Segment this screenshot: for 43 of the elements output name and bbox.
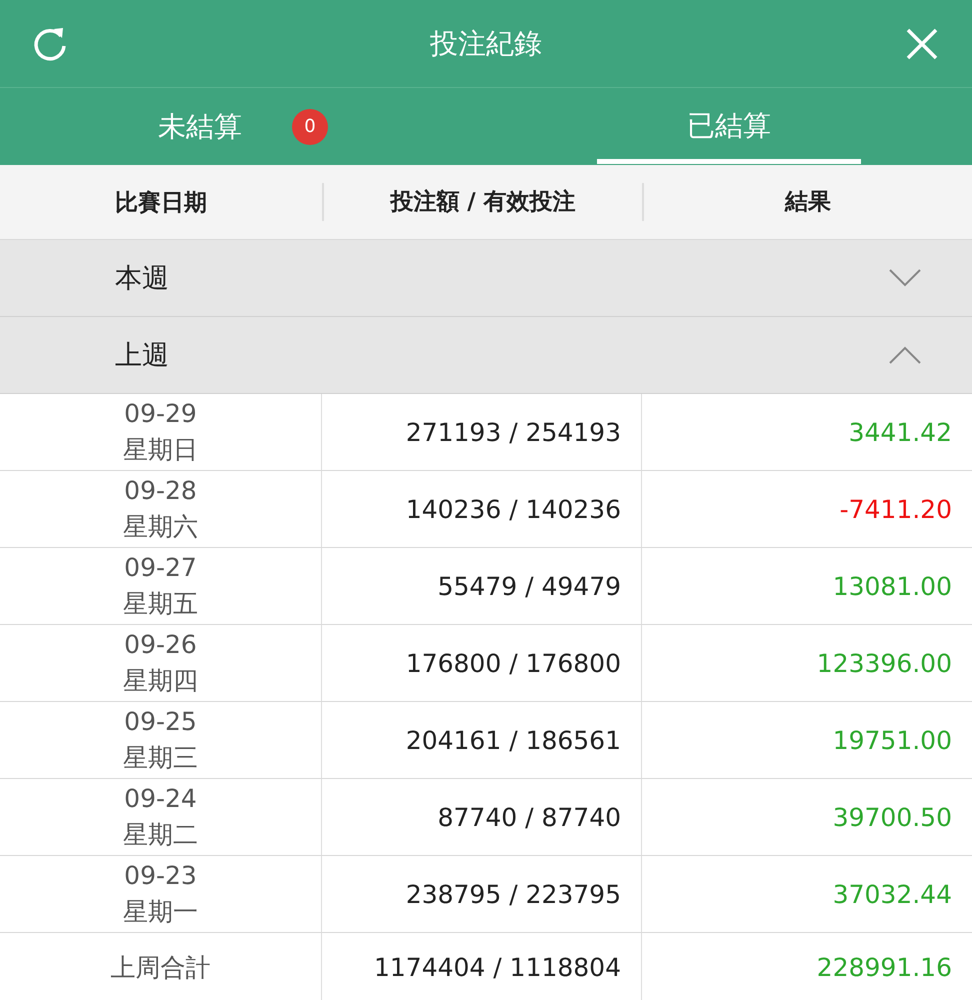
date-text: 09-24 <box>124 783 197 815</box>
column-header: 投注額 / 有效投注 <box>322 183 642 221</box>
amount-cell: 87740 / 87740 <box>322 779 642 855</box>
date-text: 09-26 <box>124 629 197 661</box>
weekday-text: 星期三 <box>123 742 198 774</box>
amount-cell: 204161 / 186561 <box>322 702 642 778</box>
header-title: 投注紀錄 <box>430 26 542 62</box>
result-cell-text: 19751.00 <box>832 724 953 756</box>
amount-cell: 176800 / 176800 <box>322 625 642 701</box>
tab[interactable]: 未結算 0 <box>0 88 486 165</box>
date-text: 09-25 <box>124 706 197 738</box>
column-header: 結果 <box>642 183 972 221</box>
chevron-down-icon[interactable] <box>888 268 922 288</box>
amount-cell: 238795 / 223795 <box>322 856 642 932</box>
group-header[interactable]: 上週 <box>0 317 972 394</box>
weekday-text: 星期四 <box>123 665 198 697</box>
result-cell-text: 39700.50 <box>832 802 953 834</box>
weekday-text: 星期二 <box>123 819 198 851</box>
result-cell-text: 13081.00 <box>832 570 953 602</box>
result-cell-text: 37032.44 <box>832 878 953 910</box>
weekday-text: 星期日 <box>123 434 198 466</box>
date-text: 09-27 <box>124 552 197 584</box>
date-text: 09-28 <box>124 475 197 507</box>
amount-cell: 55479 / 49479 <box>322 548 642 624</box>
date-text: 09-23 <box>124 860 197 892</box>
group-label: 上週 <box>115 339 169 373</box>
group-label: 本週 <box>115 262 169 296</box>
total-label: 上周合計 <box>0 933 322 1000</box>
group-header[interactable]: 本週 <box>0 240 972 317</box>
weekday-text: 星期一 <box>123 896 198 928</box>
count-badge: 0 <box>292 108 328 144</box>
amount-cell: 271193 / 254193 <box>322 394 642 470</box>
result-cell-text: 3441.42 <box>848 416 953 448</box>
chevron-up-icon[interactable] <box>888 345 922 365</box>
total-result: 228991.16 <box>816 952 953 984</box>
weekday-text: 星期六 <box>123 511 198 543</box>
amount-cell: 140236 / 140236 <box>322 471 642 547</box>
result-cell-text: 123396.00 <box>816 648 953 680</box>
total-amount: 1174404 / 1118804 <box>322 933 642 1000</box>
date-text: 09-29 <box>124 398 197 430</box>
column-header: 比賽日期 <box>114 188 208 218</box>
weekday-text: 星期五 <box>123 588 198 620</box>
result-cell-text: -7411.20 <box>838 494 953 526</box>
